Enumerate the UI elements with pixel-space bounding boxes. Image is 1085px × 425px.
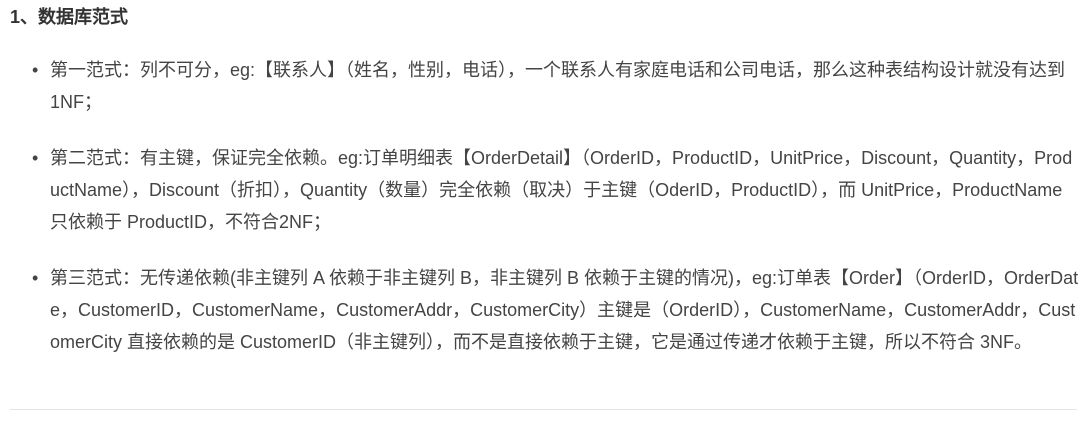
list-item-second-normal-form: • 第二范式：有主键，保证完全依赖。eg:订单明细表【OrderDetail】（… — [10, 142, 1085, 238]
bullet-icon: • — [32, 60, 39, 80]
list-item-first-normal-form: • 第一范式：列不可分，eg:【联系人】（姓名，性别，电话），一个联系人有家庭电… — [10, 54, 1085, 118]
list-item-text: 第三范式：无传递依赖(非主键列 A 依赖于非主键列 B，非主键列 B 依赖于主键… — [50, 268, 1079, 352]
section-divider — [10, 409, 1077, 410]
bullet-icon: • — [32, 268, 39, 288]
list-item-text: 第一范式：列不可分，eg:【联系人】（姓名，性别，电话），一个联系人有家庭电话和… — [50, 60, 1066, 112]
document-page: 1、数据库范式 • 第一范式：列不可分，eg:【联系人】（姓名，性别，电话），一… — [0, 0, 1085, 425]
list-item-text: 第二范式：有主键，保证完全依赖。eg:订单明细表【OrderDetail】（Or… — [50, 148, 1073, 232]
bullet-icon: • — [32, 148, 39, 168]
list-item-third-normal-form: • 第三范式：无传递依赖(非主键列 A 依赖于非主键列 B，非主键列 B 依赖于… — [10, 262, 1085, 358]
section-heading: 1、数据库范式 — [10, 7, 129, 27]
normal-forms-list: • 第一范式：列不可分，eg:【联系人】（姓名，性别，电话），一个联系人有家庭电… — [10, 54, 1085, 358]
